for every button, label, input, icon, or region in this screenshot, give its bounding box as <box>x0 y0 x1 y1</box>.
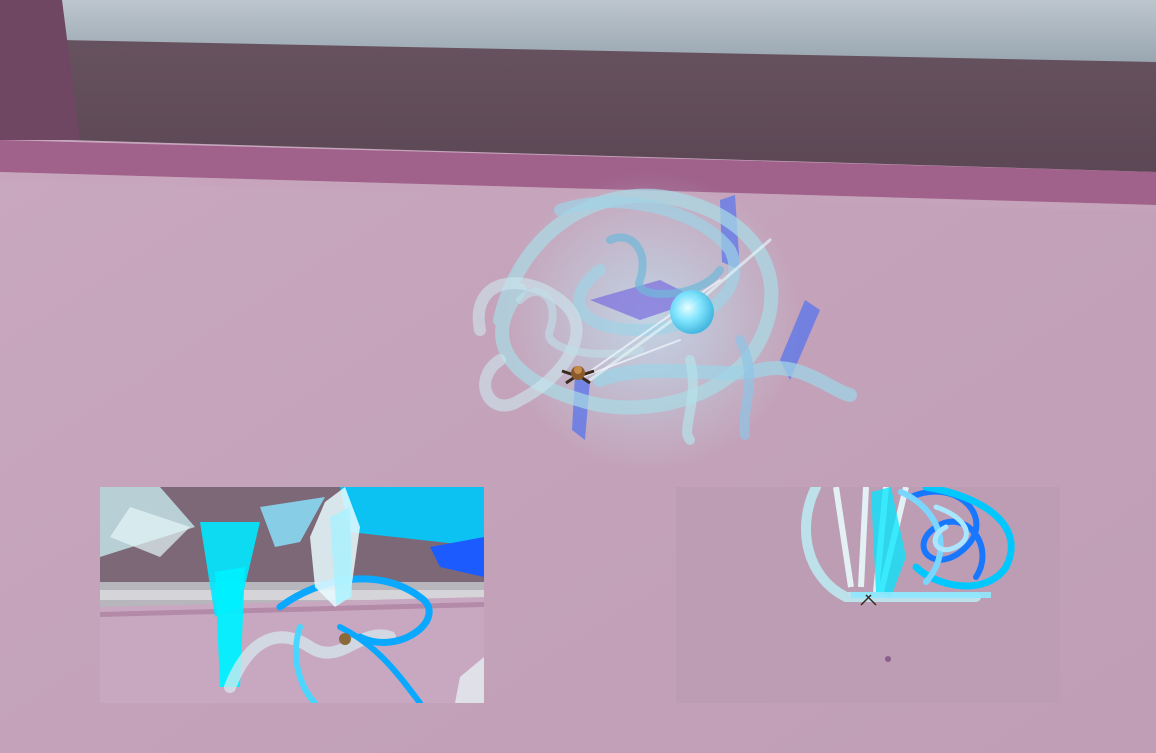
top-down-camera-view <box>676 487 1060 703</box>
close-up-camera-view <box>100 487 484 703</box>
game-viewport[interactable] <box>0 0 1156 753</box>
close-up-render <box>100 487 484 703</box>
energy-orb <box>670 290 714 334</box>
top-down-render <box>676 487 1060 703</box>
